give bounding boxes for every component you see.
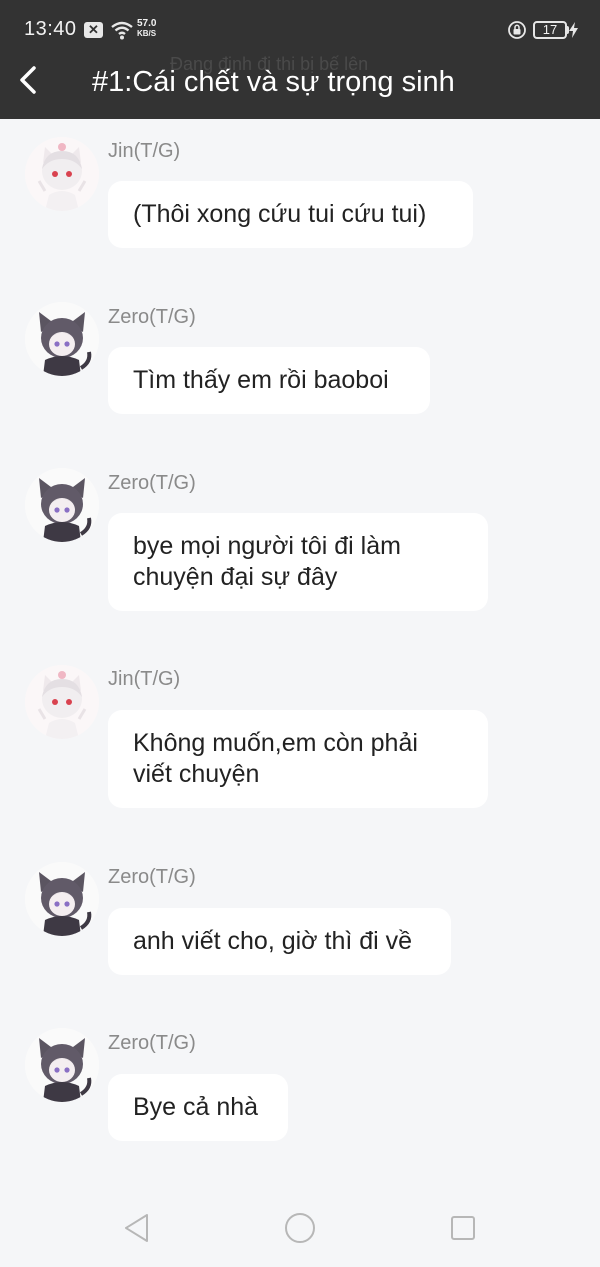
charging-bolt-icon <box>569 22 578 38</box>
sender-name: Zero(T/G) <box>108 306 196 328</box>
jin-avatar[interactable] <box>25 137 99 211</box>
top-bar: 13:40 ✕ 57.0 KB/S 17 Đang định đi thi bị… <box>0 0 600 119</box>
battery-level: 17 <box>542 22 558 37</box>
sender-name: Jin(T/G) <box>108 668 181 690</box>
system-nav-bar <box>0 1185 600 1267</box>
speed-unit: KB/S <box>137 29 157 38</box>
sender-name: Zero(T/G) <box>108 866 196 888</box>
network-speed: 57.0 KB/S <box>137 19 167 39</box>
message-bubble: bye mọi người tôi đi làm chuyện đại sự đ… <box>108 513 488 611</box>
zero-avatar[interactable] <box>25 468 99 542</box>
notification-x-icon: ✕ <box>84 22 103 38</box>
message-bubble: Không muốn,em còn phải viết chuyện <box>108 710 488 808</box>
message-bubble: Bye cả nhà <box>108 1074 288 1141</box>
zero-avatar[interactable] <box>25 302 99 376</box>
battery-icon: 17 <box>533 21 567 39</box>
status-time: 13:40 <box>24 18 77 40</box>
nav-recents-button[interactable] <box>446 1211 480 1245</box>
sender-name: Zero(T/G) <box>108 1032 196 1054</box>
status-bar: 13:40 ✕ 57.0 KB/S 17 <box>0 0 600 62</box>
message-bubble: Tìm thấy em rồi baoboi <box>108 347 430 414</box>
nav-home-button[interactable] <box>283 1211 317 1245</box>
triangle-back-icon <box>125 1214 148 1242</box>
speed-value: 57.0 <box>137 18 157 29</box>
page-title: #1:Cái chết và sự trọng sinh <box>92 66 455 98</box>
message-bubble: (Thôi xong cứu tui cứu tui) <box>108 181 473 248</box>
back-button[interactable] <box>12 60 48 100</box>
zero-avatar[interactable] <box>25 1028 99 1102</box>
wifi-icon <box>111 21 133 40</box>
nav-back-button[interactable] <box>120 1211 154 1245</box>
zero-avatar[interactable] <box>25 862 99 936</box>
square-recents-icon <box>451 1216 475 1240</box>
sender-name: Zero(T/G) <box>108 472 196 494</box>
sender-name: Jin(T/G) <box>108 140 181 162</box>
jin-avatar[interactable] <box>25 665 99 739</box>
rotation-lock-icon <box>508 21 526 39</box>
chevron-left-icon <box>20 66 36 94</box>
circle-home-icon <box>285 1213 315 1243</box>
message-bubble: anh viết cho, giờ thì đi về <box>108 908 451 975</box>
